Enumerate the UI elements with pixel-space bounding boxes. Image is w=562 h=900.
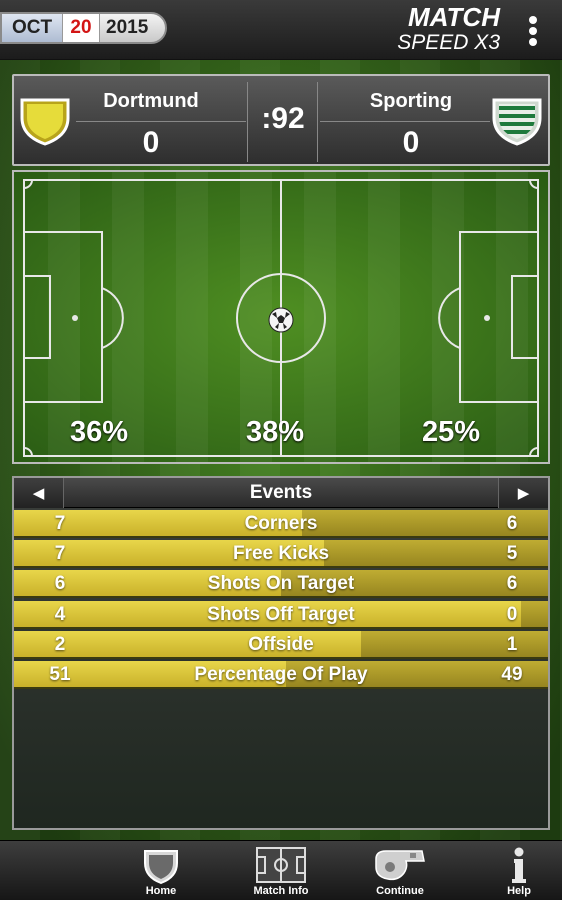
home-team-name: Dortmund (103, 90, 199, 112)
match-title: MATCH (408, 2, 500, 32)
next-button[interactable]: ▶ (498, 478, 548, 508)
match-date: OCT 20 2015 (0, 12, 167, 44)
stat-label: Shots On Target (207, 573, 355, 595)
away-team-score: 0 (402, 126, 420, 159)
stat-away-value: 6 (506, 513, 518, 534)
stat-label: Corners (244, 513, 318, 534)
home-crest-icon (20, 98, 70, 146)
stat-home-value: 4 (54, 603, 66, 625)
match-speed-indicator[interactable]: MATCH SPEED X3 (397, 4, 500, 53)
divider (76, 121, 246, 122)
stat-row: 51 Percentage Of Play 49 (14, 661, 548, 689)
home-button[interactable]: Home (116, 841, 206, 900)
stat-away-value: 49 (501, 664, 523, 685)
match-info-button[interactable]: Match Info (236, 841, 326, 900)
events-title: Events (249, 482, 313, 503)
match-info-label: Match Info (253, 885, 309, 897)
prev-button[interactable]: ◀ (14, 478, 64, 508)
stat-row: 2 Offside 1 (14, 630, 548, 659)
bottom-nav: Home Match Info Continue Help (0, 840, 562, 900)
stat-label: Offside (248, 633, 314, 655)
date-month: OCT (2, 14, 62, 42)
speed-label: SPEED X3 (397, 31, 500, 54)
scoreboard: Dortmund 0 :92 Sporting 0 (12, 74, 550, 166)
stat-away-value: 0 (506, 603, 518, 625)
stat-row: 7 Free Kicks 5 (14, 540, 548, 569)
match-clock: :92 (261, 102, 305, 135)
possession-left: 36% (70, 416, 129, 448)
possession-right: 25% (422, 416, 481, 448)
ball-icon (268, 307, 294, 333)
stat-home-value: 51 (49, 664, 71, 685)
stat-home-value: 6 (54, 573, 66, 595)
stat-row: 6 Shots On Target 6 (14, 570, 548, 599)
stat-away-value: 1 (506, 633, 518, 655)
date-year: 2015 (106, 17, 149, 38)
shield-icon (144, 850, 178, 885)
top-bar: OCT 20 2015 MATCH SPEED X3 (0, 0, 562, 60)
events-panel: ◀ Events ▶ 7 Corners 6 7 Free Kicks 5 6 Shots O… (12, 476, 550, 830)
help-label: Help (507, 885, 531, 897)
stat-home-value: 7 (54, 543, 66, 565)
stat-row: 7 Corners 6 (14, 510, 548, 538)
away-crest-icon (492, 98, 542, 146)
date-day: 20 (62, 14, 100, 42)
continue-label: Continue (376, 885, 424, 897)
continue-button[interactable]: Continue (355, 841, 445, 900)
overflow-menu-icon[interactable] (528, 16, 538, 46)
stat-home-value: 2 (54, 633, 66, 655)
stat-row: 4 Shots Off Target 0 (14, 600, 548, 629)
home-team: Dortmund 0 (14, 76, 244, 164)
home-team-score: 0 (142, 126, 160, 159)
help-button[interactable]: Help (474, 841, 562, 900)
stat-label: Percentage Of Play (194, 664, 368, 685)
triangle-left-icon: ◀ (32, 485, 45, 502)
info-icon (512, 847, 526, 883)
triangle-right-icon: ▶ (517, 485, 530, 502)
pitch: 36% 38% 25% (12, 170, 550, 464)
stat-label: Free Kicks (232, 543, 330, 565)
home-label: Home (145, 885, 177, 897)
whistle-icon (375, 850, 425, 881)
events-header: ◀ Events ▶ (14, 478, 548, 508)
stat-away-value: 6 (506, 573, 518, 595)
stat-away-value: 5 (506, 543, 518, 565)
away-team-name: Sporting (369, 90, 453, 112)
stat-home-value: 7 (54, 513, 66, 534)
possession-center: 38% (246, 416, 305, 448)
away-team: Sporting 0 (318, 76, 548, 164)
pitch-icon (256, 847, 306, 883)
stat-label: Shots Off Target (207, 603, 355, 625)
